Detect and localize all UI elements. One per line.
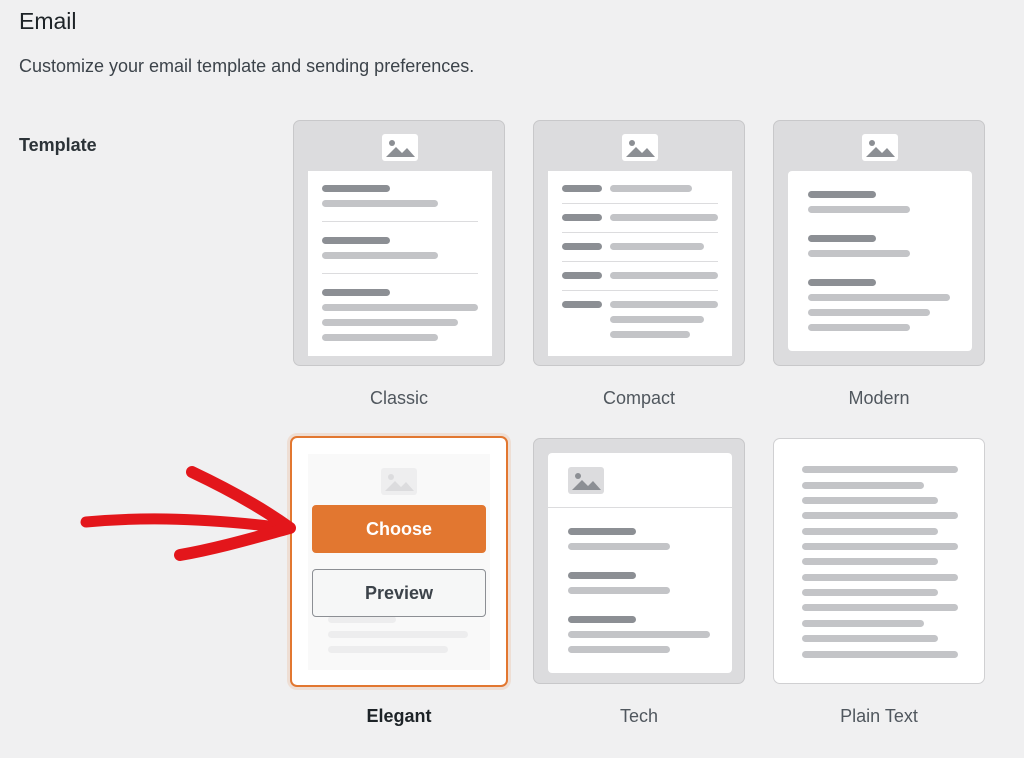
template-label-compact: Compact — [602, 388, 676, 408]
template-card-tech[interactable] — [533, 438, 745, 684]
template-card-compact[interactable] — [533, 120, 745, 366]
image-placeholder-icon — [382, 134, 418, 161]
template-label-tech: Tech — [619, 706, 659, 726]
template-preview — [788, 171, 972, 351]
image-placeholder-icon — [862, 134, 898, 161]
template-preview — [308, 454, 490, 670]
arrow-annotation — [80, 466, 296, 561]
template-card-modern[interactable] — [773, 120, 985, 366]
template-label-plain-text: Plain Text — [840, 706, 918, 726]
preview-button[interactable]: Preview — [312, 569, 486, 617]
template-preview — [308, 171, 492, 356]
template-card-elegant[interactable]: Choose Preview — [290, 436, 508, 687]
template-preview — [548, 453, 732, 673]
image-placeholder-icon — [381, 468, 417, 495]
template-card-classic[interactable] — [293, 120, 505, 366]
template-card-plain-text[interactable] — [773, 438, 985, 684]
template-preview — [548, 171, 732, 356]
template-label-elegant: Elegant — [366, 706, 432, 726]
page-description: Customize your email template and sendin… — [19, 56, 475, 76]
template-section-label: Template — [19, 135, 97, 155]
template-label-classic: Classic — [369, 388, 428, 408]
image-placeholder-icon — [622, 134, 658, 161]
choose-button[interactable]: Choose — [312, 505, 486, 553]
image-placeholder-icon — [568, 467, 604, 494]
template-label-modern: Modern — [848, 388, 910, 408]
page-title: Email — [19, 8, 77, 34]
